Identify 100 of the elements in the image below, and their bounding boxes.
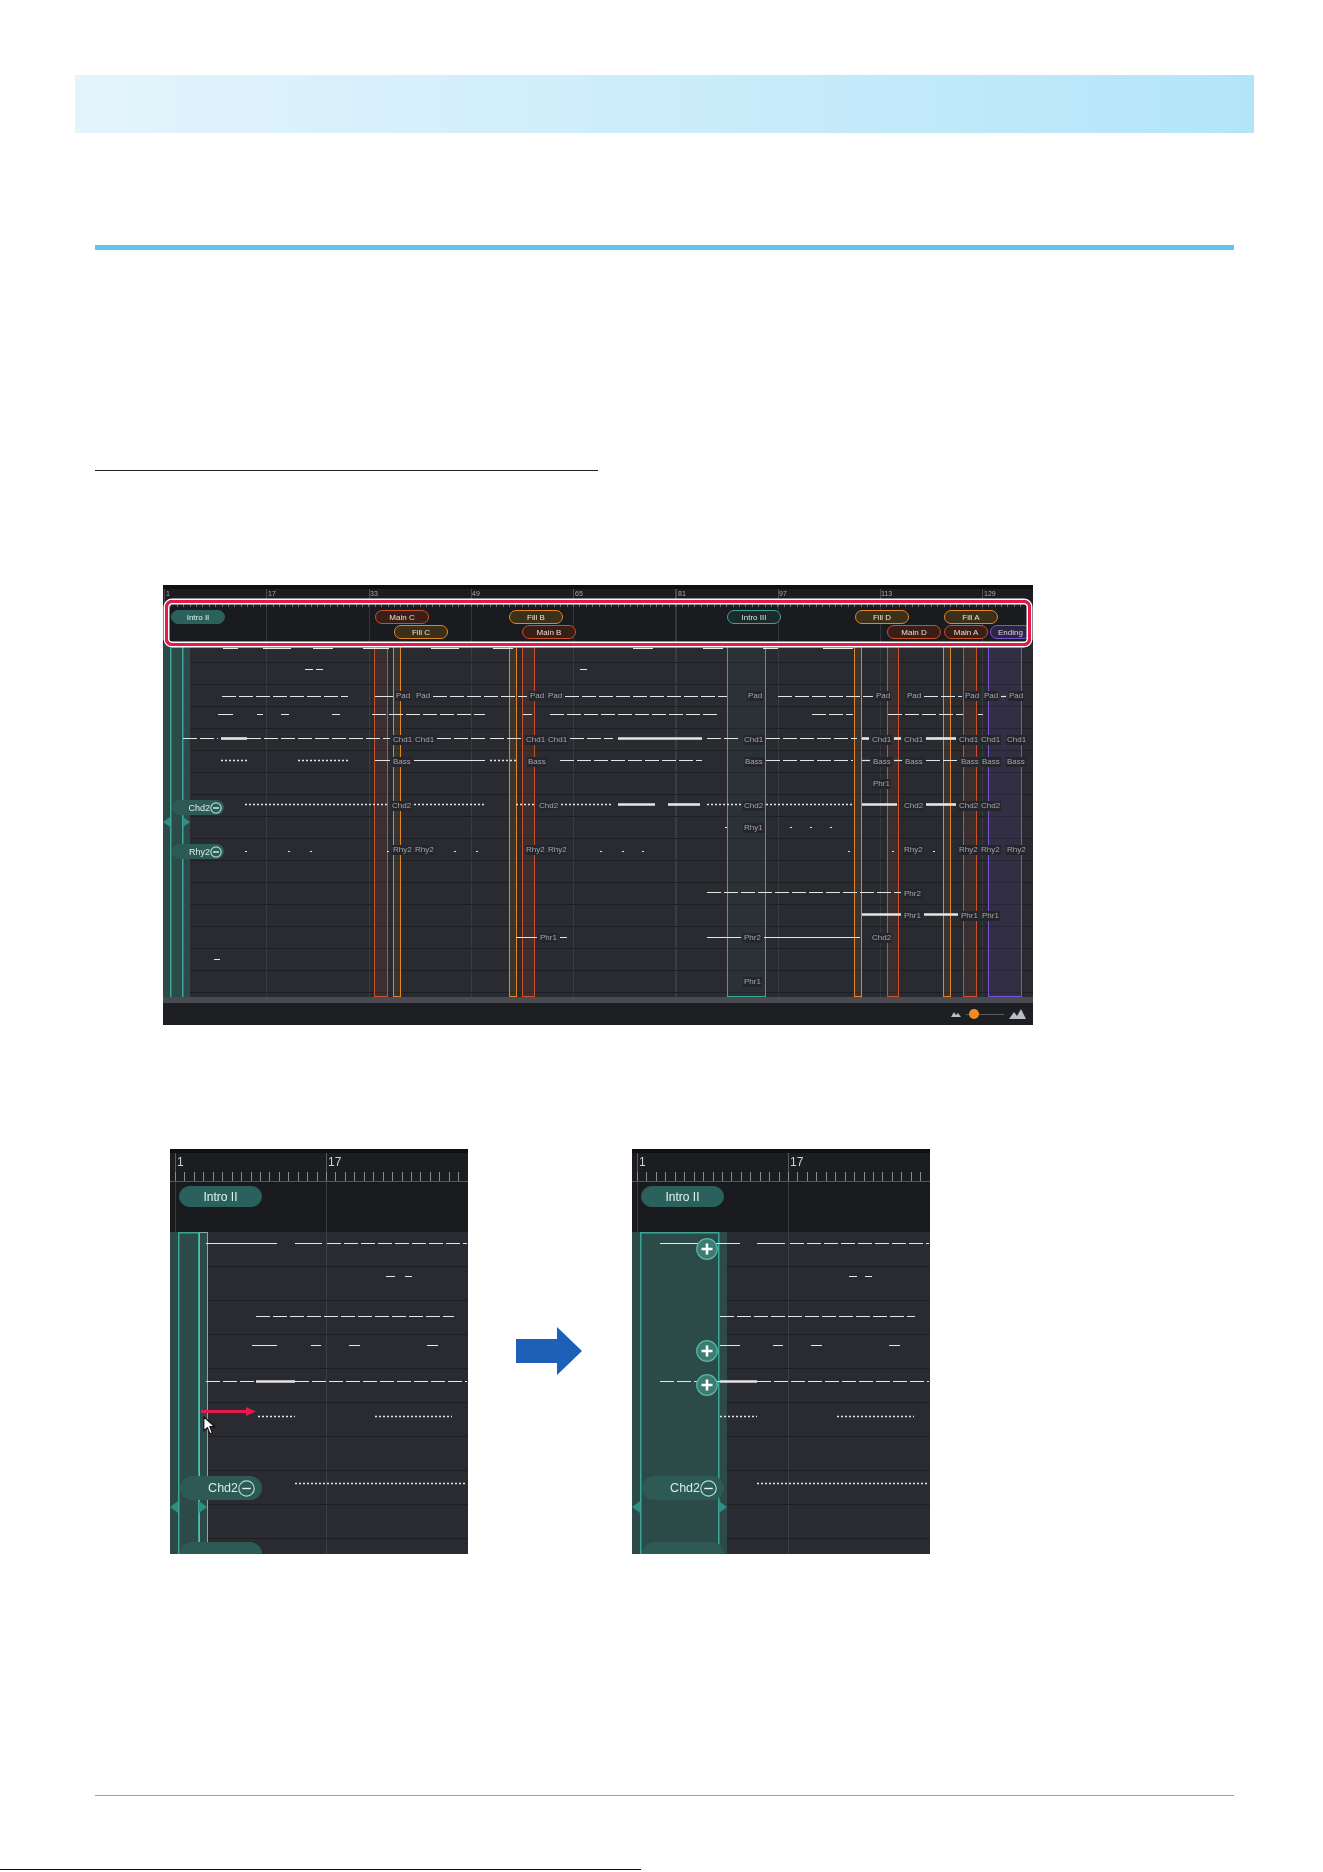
part-label: Rhy2 [525,845,546,855]
section-button[interactable]: Intro III [727,610,781,624]
triangle-icon[interactable] [719,1501,727,1513]
part-label: Chd1 [525,735,547,745]
part-label: Phr2 [743,933,762,943]
part-label: Rhy2 [958,845,979,855]
part-label: Pad [395,691,412,701]
section-button[interactable]: Fill A [944,610,998,624]
track-tab[interactable]: Chd2 [642,1476,724,1500]
part-label: Chd1 [1006,735,1028,745]
track-tab[interactable]: Chd2 [180,1476,262,1500]
plus-circle-icon[interactable] [696,1340,718,1362]
part-label: Phr1 [872,779,891,789]
part-label: Rhy1 [743,823,764,833]
part-label: Phr1 [743,977,762,987]
part-label: Rhy2 [414,845,435,855]
plus-circle-icon[interactable] [696,1238,718,1260]
bar-number: 1 [639,1155,646,1169]
slider-thumb[interactable] [968,1009,979,1019]
part-label: Rhy2 [1006,845,1027,855]
track-tab[interactable] [180,1542,262,1554]
part-label: Chd2 [538,801,560,811]
part-label: Bass [960,757,980,767]
section-button[interactable]: Main C [375,610,429,624]
part-label: Chd2 [958,801,980,811]
part-label: Chd1 [414,735,436,745]
section-button[interactable]: Intro II [641,1186,724,1207]
part-label: Chd1 [547,735,569,745]
part-label: Chd1 [980,735,1002,745]
track-tab[interactable]: Chd2 [172,800,224,815]
part-label: Phr1 [960,911,979,921]
part-label: Pad [547,691,564,701]
triangle-icon[interactable] [183,817,190,827]
part-label: Pad [875,691,892,701]
part-label: Pad [964,691,981,701]
minus-circle-icon[interactable] [700,1479,717,1497]
part-label: Bass [527,757,547,767]
cursor-icon [203,1416,216,1435]
bar-number: 17 [328,1155,342,1169]
part-label: Rhy2 [547,845,568,855]
section-button[interactable]: Fill B [509,610,563,624]
section-button[interactable]: Intro II [171,610,225,624]
section-button[interactable]: Main A [944,625,988,639]
track-tab[interactable] [642,1542,724,1554]
minus-circle-icon[interactable] [210,801,222,814]
part-label: Phr2 [903,889,922,899]
minus-circle-icon[interactable] [238,1479,255,1497]
note-events-drawing [1001,694,1006,698]
part-label: Rhy2 [980,845,1001,855]
part-label: Bass [981,757,1001,767]
arrow-icon [516,1327,582,1375]
section-button[interactable]: Fill C [394,625,448,639]
section-button[interactable]: Main D [887,625,941,639]
part-label: Chd2 [871,933,893,943]
section-button[interactable]: Fill D [855,610,909,624]
part-label: Bass [872,757,892,767]
arrow-icon [201,1407,256,1416]
minus-circle-icon[interactable] [210,845,222,858]
triangle-icon[interactable] [199,1501,207,1513]
note-events-drawing [894,736,901,740]
part-label: Chd2 [980,801,1002,811]
part-label: Phr1 [903,911,922,921]
part-label: Chd2 [391,801,413,811]
part-label: Bass [904,757,924,767]
part-label: Pad [415,691,432,701]
note-events-drawing [214,957,220,961]
note-events-drawing [894,758,902,762]
small-mountain-icon[interactable] [951,1011,961,1017]
part-label: Chd1 [871,735,893,745]
track-tab[interactable]: Rhy2 [172,844,224,859]
part-label: Chd2 [903,801,925,811]
part-label: Pad [906,691,923,701]
part-label: Rhy2 [392,845,413,855]
part-label: Pad [747,691,764,701]
plus-circle-icon[interactable] [696,1374,718,1396]
part-label: Bass [1006,757,1026,767]
triangle-icon[interactable] [170,1501,178,1513]
part-label: Phr1 [539,933,558,943]
section-button[interactable]: Intro II [179,1186,262,1207]
part-label: Chd1 [392,735,414,745]
part-label: Rhy2 [903,845,924,855]
large-mountain-icon[interactable] [1009,1009,1026,1019]
part-label: Chd2 [743,801,765,811]
bar-number: 1 [177,1155,184,1169]
part-label: Chd1 [958,735,980,745]
part-label: Pad [529,691,546,701]
part-label: Chd1 [903,735,925,745]
part-label: Pad [1008,691,1025,701]
part-label: Bass [392,757,412,767]
note-events-drawing [386,1275,412,1278]
part-label: Pad [983,691,1000,701]
part-label: Phr1 [981,911,1000,921]
note-events-drawing [849,1275,872,1278]
bar-number: 17 [790,1155,804,1169]
part-label: Chd1 [743,735,765,745]
triangle-icon[interactable] [163,817,170,827]
part-label: Bass [744,757,764,767]
scrollbar[interactable] [163,997,1033,1003]
triangle-icon[interactable] [632,1501,640,1513]
section-button[interactable]: Main B [522,625,576,639]
